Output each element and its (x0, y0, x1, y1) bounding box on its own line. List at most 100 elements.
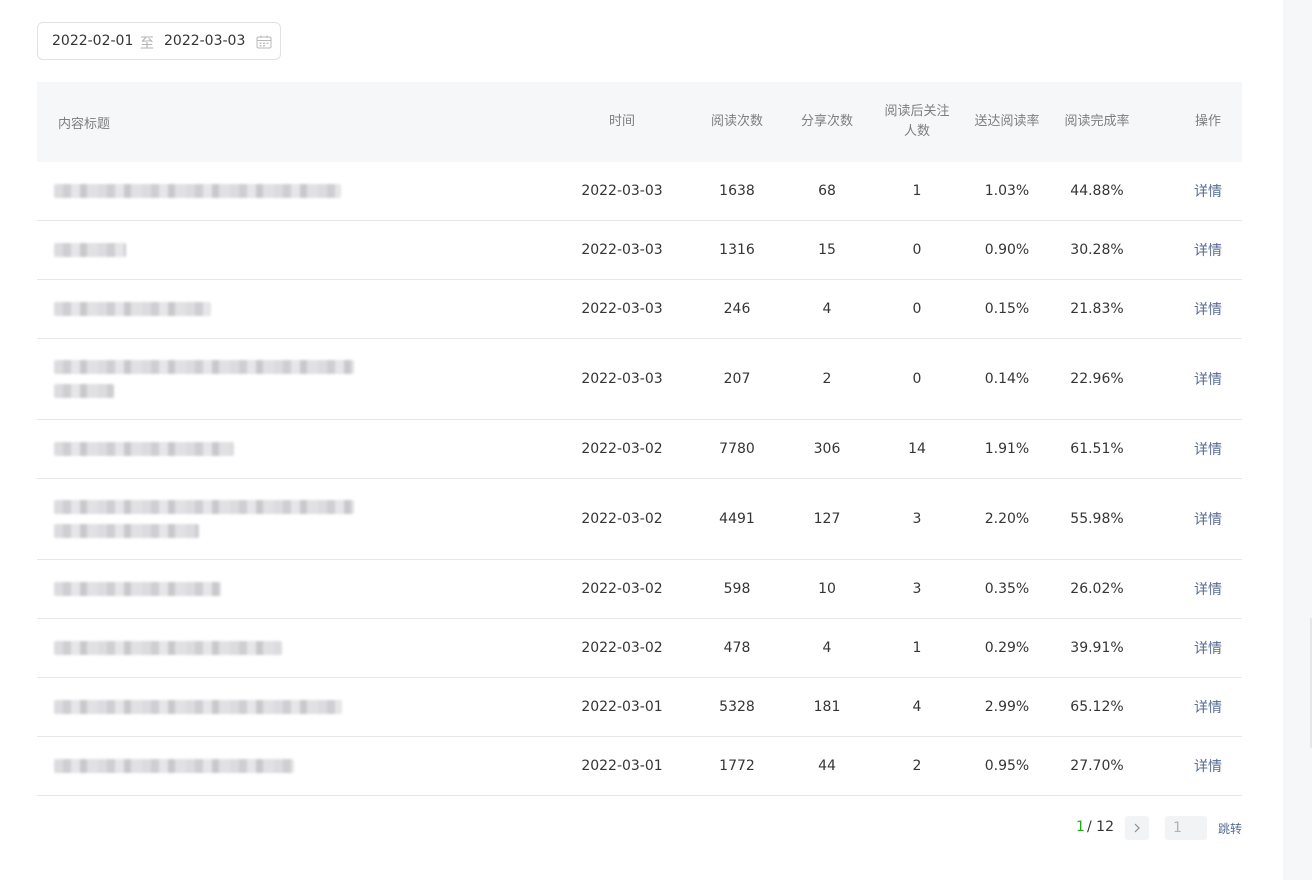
redacted-title (54, 619, 282, 677)
row-shares: 2 (822, 371, 832, 387)
row-completion-rate: 44.88% (1070, 183, 1124, 199)
details-link[interactable]: 详情 (1188, 560, 1228, 618)
row-time: 2022-03-01 (581, 758, 663, 774)
page-jump-input[interactable] (1165, 816, 1207, 840)
next-page-button[interactable] (1125, 816, 1149, 840)
details-link[interactable]: 详情 (1188, 339, 1228, 419)
details-link[interactable]: 详情 (1188, 162, 1228, 220)
redacted-title (54, 479, 354, 559)
row-follows: 0 (912, 371, 922, 387)
row-reach-rate: 0.29% (984, 640, 1030, 656)
table-row: 2022-03-01 1772 44 2 0.95% 27.70% 详情 (37, 737, 1242, 796)
table-row: 2022-03-03 1316 15 0 0.90% 30.28% 详情 (37, 221, 1242, 280)
row-follows: 4 (912, 699, 922, 715)
row-shares: 10 (818, 581, 836, 597)
row-shares: 15 (818, 242, 836, 258)
redacted-title (54, 560, 221, 618)
details-link[interactable]: 详情 (1188, 280, 1228, 338)
row-time: 2022-03-02 (581, 441, 663, 457)
calendar-icon[interactable] (256, 35, 272, 49)
table-row: 2022-03-01 5328 181 4 2.99% 65.12% 详情 (37, 678, 1242, 737)
redacted-title (54, 280, 211, 338)
details-link[interactable]: 详情 (1188, 221, 1228, 279)
row-reads: 1772 (719, 758, 755, 774)
start-date[interactable]: 2022-02-01 (52, 33, 133, 49)
row-reads: 598 (723, 581, 751, 597)
details-link[interactable]: 详情 (1188, 479, 1228, 559)
table-row: 2022-03-02 598 10 3 0.35% 26.02% 详情 (37, 560, 1242, 619)
current-page: 1 (1076, 819, 1085, 835)
row-reach-rate: 1.91% (984, 441, 1030, 457)
row-follows: 0 (912, 301, 922, 317)
row-completion-rate: 39.91% (1070, 640, 1124, 656)
row-follows: 2 (912, 758, 922, 774)
row-reads: 4491 (719, 511, 755, 527)
pagination: 1 / 12 跳转 (1074, 816, 1242, 840)
row-completion-rate: 65.12% (1070, 699, 1124, 715)
right-side-panel (1283, 0, 1312, 880)
chevron-right-icon (1134, 823, 1140, 833)
row-reach-rate: 0.90% (984, 242, 1030, 258)
row-reads: 246 (723, 301, 751, 317)
row-reads: 7780 (719, 441, 755, 457)
row-completion-rate: 26.02% (1070, 581, 1124, 597)
row-completion-rate: 55.98% (1070, 511, 1124, 527)
redacted-title (54, 678, 342, 736)
row-shares: 4 (822, 640, 832, 656)
details-link[interactable]: 详情 (1188, 737, 1228, 795)
row-reads: 478 (723, 640, 751, 656)
end-date[interactable]: 2022-03-03 (164, 33, 245, 49)
row-reach-rate: 2.20% (984, 511, 1030, 527)
articles-table: 内容标题 时间 阅读次数 分享次数 阅读后关注 人数 送达阅读率 阅读完成率 操作… (37, 82, 1242, 796)
redacted-title (54, 339, 354, 419)
date-separator: 至 (140, 36, 154, 52)
row-follows: 3 (912, 511, 922, 527)
row-time: 2022-03-02 (581, 511, 663, 527)
row-time: 2022-03-01 (581, 699, 663, 715)
total-pages: / 12 (1087, 819, 1114, 835)
row-completion-rate: 22.96% (1070, 371, 1124, 387)
row-completion-rate: 61.51% (1070, 441, 1124, 457)
details-link[interactable]: 详情 (1188, 678, 1228, 736)
col-follows-header: 阅读后关注 人数 (884, 104, 950, 139)
col-action-header: 操作 (1194, 114, 1221, 129)
row-time: 2022-03-03 (581, 301, 663, 317)
row-completion-rate: 30.28% (1070, 242, 1124, 258)
col-reads-header: 阅读次数 (710, 114, 763, 129)
details-link[interactable]: 详情 (1188, 420, 1228, 478)
row-time: 2022-03-02 (581, 640, 663, 656)
row-time: 2022-03-03 (581, 242, 663, 258)
row-completion-rate: 21.83% (1070, 301, 1124, 317)
details-link[interactable]: 详情 (1188, 619, 1228, 677)
row-reach-rate: 0.15% (984, 301, 1030, 317)
row-shares: 44 (818, 758, 836, 774)
row-reach-rate: 2.99% (984, 699, 1030, 715)
col-shares-header: 分享次数 (800, 114, 853, 129)
redacted-title (54, 420, 234, 478)
row-reach-rate: 1.03% (984, 183, 1030, 199)
table-row: 2022-03-02 7780 306 14 1.91% 61.51% 详情 (37, 420, 1242, 479)
row-shares: 181 (813, 699, 841, 715)
row-reach-rate: 0.95% (984, 758, 1030, 774)
row-follows: 1 (912, 183, 922, 199)
row-follows: 14 (908, 441, 926, 457)
row-follows: 0 (912, 242, 922, 258)
row-completion-rate: 27.70% (1070, 758, 1124, 774)
row-reach-rate: 0.35% (984, 581, 1030, 597)
col-completion-rate-header: 阅读完成率 (1064, 114, 1130, 129)
row-reads: 1316 (719, 242, 755, 258)
table-row: 2022-03-02 478 4 1 0.29% 39.91% 详情 (37, 619, 1242, 678)
col-time-header: 时间 (608, 114, 635, 129)
table-row: 2022-03-03 1638 68 1 1.03% 44.88% 详情 (37, 162, 1242, 221)
col-reach-rate-header: 送达阅读率 (974, 114, 1040, 129)
row-reads: 5328 (719, 699, 755, 715)
redacted-title (54, 737, 294, 795)
row-time: 2022-03-03 (581, 371, 663, 387)
jump-button[interactable]: 跳转 (1218, 820, 1242, 837)
redacted-title (54, 162, 341, 220)
date-range-picker[interactable]: 2022-02-01 至 2022-03-03 (37, 22, 281, 60)
row-shares: 4 (822, 301, 832, 317)
row-time: 2022-03-02 (581, 581, 663, 597)
table-row: 2022-03-03 207 2 0 0.14% 22.96% 详情 (37, 339, 1242, 420)
row-shares: 127 (813, 511, 841, 527)
